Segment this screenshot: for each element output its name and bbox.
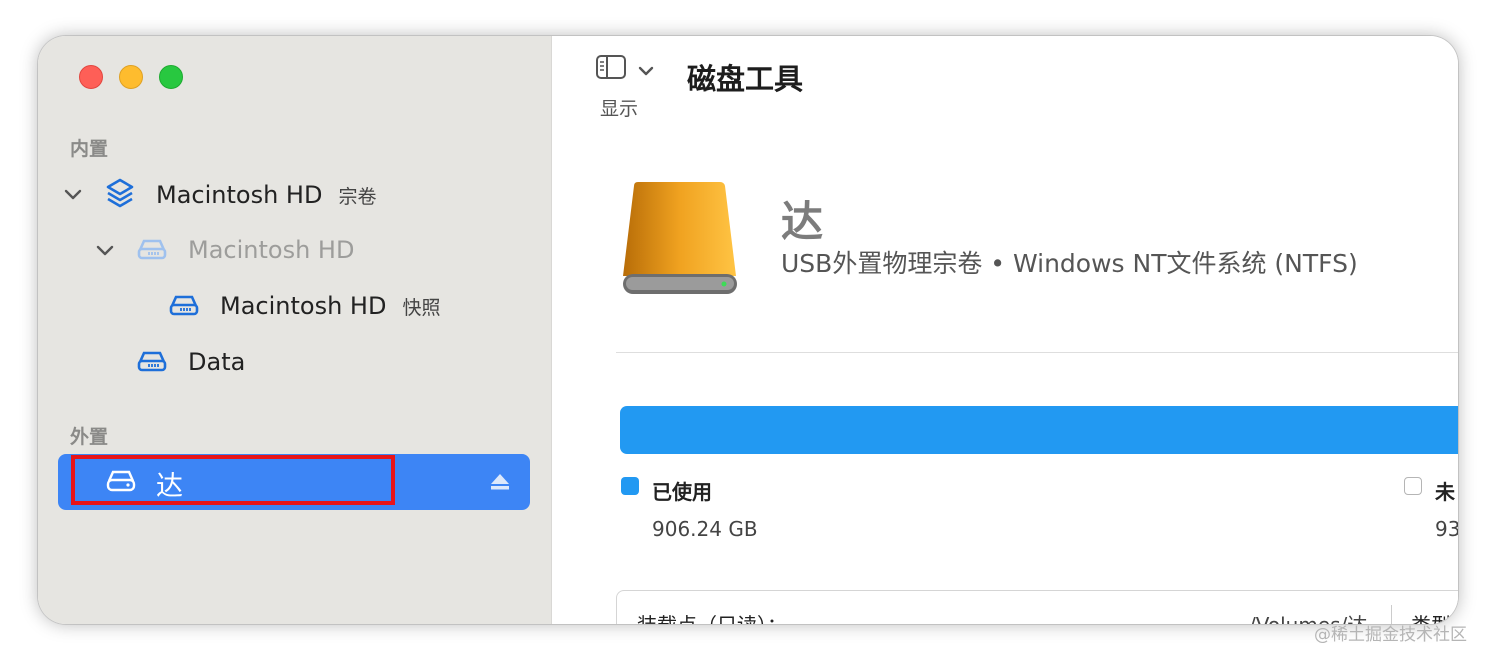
zoom-button[interactable]: [159, 65, 183, 89]
chevron-down-icon[interactable]: [64, 186, 82, 205]
used-value: 906.24 GB: [652, 517, 758, 541]
sidebar-item-label: Macintosh HD: [220, 292, 387, 320]
sidebar-item-label: Macintosh HD: [188, 236, 355, 264]
close-button[interactable]: [79, 65, 103, 89]
free-legend-swatch: [1404, 477, 1422, 495]
sidebar-item-macintosh-hd-volume[interactable]: Macintosh HD 宗卷: [156, 177, 376, 213]
free-value: 93: [1435, 517, 1458, 541]
watermark: @稀土掘金技术社区: [1314, 625, 1467, 645]
info-table: 装载点（只读）： /Volumes/达 类型: [616, 590, 1458, 624]
chevron-down-icon[interactable]: [96, 242, 114, 261]
divider: [616, 352, 1458, 353]
sidebar-toggle-icon[interactable]: [595, 54, 627, 84]
highlight-annotation: [71, 455, 395, 505]
main-panel: 磁盘工具 显示 达 USB外置物理宗卷 • Windows NT文件系统 (NT…: [552, 36, 1458, 624]
sidebar-item-macintosh-hd[interactable]: Macintosh HD: [188, 232, 354, 268]
sidebar-item-label: Macintosh HD: [156, 181, 323, 209]
minimize-button[interactable]: [119, 65, 143, 89]
disk-name: 达: [781, 197, 824, 246]
mount-point-label: 装载点（只读）：: [637, 609, 787, 624]
used-legend-swatch: [621, 477, 639, 495]
drive-icon: [136, 237, 168, 265]
used-legend-label: 已使用: [652, 480, 712, 504]
section-external-label: 外置: [70, 426, 109, 448]
external-drive-icon: [620, 180, 740, 304]
eject-icon[interactable]: [490, 473, 510, 495]
chevron-down-icon[interactable]: [638, 62, 654, 81]
drive-icon: [136, 349, 168, 377]
sidebar-item-data[interactable]: Data: [188, 344, 245, 380]
layers-icon: [105, 177, 135, 213]
section-internal-label: 内置: [70, 138, 109, 160]
storage-usage-bar: [620, 406, 1458, 454]
sidebar-item-tag: 快照: [402, 296, 441, 319]
sidebar-item-label: Data: [188, 348, 246, 376]
disk-description: USB外置物理宗卷 • Windows NT文件系统 (NTFS): [781, 249, 1358, 278]
drive-icon: [168, 293, 200, 321]
free-legend-label: 未: [1435, 480, 1455, 504]
sidebar: 内置 Macintosh HD 宗卷 Macintosh HD Macintos…: [38, 36, 552, 624]
disk-utility-window: 内置 Macintosh HD 宗卷 Macintosh HD Macintos…: [38, 36, 1458, 624]
sidebar-item-macintosh-hd-snapshot[interactable]: Macintosh HD 快照: [220, 288, 440, 324]
window-title: 磁盘工具: [687, 62, 804, 96]
sidebar-item-tag: 宗卷: [338, 185, 377, 208]
view-label: 显示: [600, 98, 639, 120]
